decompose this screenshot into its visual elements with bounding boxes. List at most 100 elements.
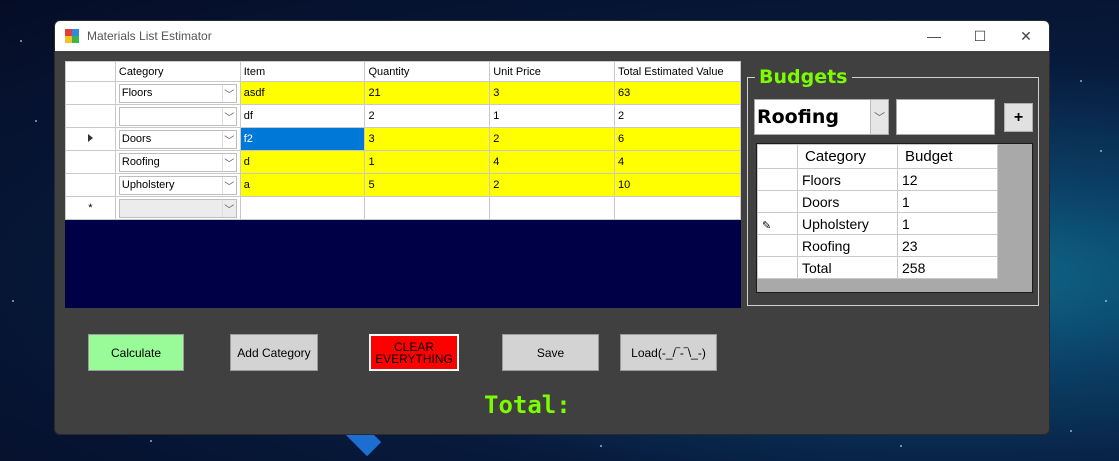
background-star [1105,300,1107,302]
chevron-down-icon[interactable]: ﹀ [870,100,888,134]
column-header-category[interactable]: Category [114,61,241,82]
category-cell[interactable]: ﹀ [114,196,241,220]
column-header-item[interactable]: Item [239,61,366,82]
quantity-cell[interactable]: 1 [364,150,491,174]
budget-value-cell[interactable]: 258 [897,256,998,279]
column-header-quantity[interactable]: Quantity [364,61,491,82]
row-header[interactable] [65,127,116,151]
column-header-total-estimated-value[interactable]: Total Estimated Value [613,61,742,82]
category-value: Roofing [121,156,160,168]
row-header[interactable] [65,104,116,128]
budget-corner-header[interactable] [757,144,798,169]
item-cell[interactable] [239,196,366,220]
background-star [600,445,602,447]
category-combo[interactable]: Doors ﹀ [118,129,237,149]
quantity-cell[interactable] [364,196,491,220]
background-star [1100,150,1102,152]
row-header[interactable] [65,173,116,197]
row-header[interactable] [757,234,798,257]
add-category-button[interactable]: Add Category [230,334,318,371]
materials-grid[interactable]: Category Item Quantity Unit Price Total … [65,61,742,308]
item-cell[interactable]: df [239,104,366,128]
new-row: * ﹀ [65,196,742,220]
unit-price-cell[interactable]: 3 [489,81,615,105]
budget-category-cell[interactable]: Upholstery [797,212,898,235]
quantity-cell[interactable]: 2 [364,104,491,128]
total-cell[interactable]: 6 [613,127,742,151]
quantity-cell[interactable]: 3 [364,127,491,151]
quantity-cell[interactable]: 5 [364,173,491,197]
row-header[interactable] [65,150,116,174]
total-cell[interactable]: 63 [613,81,742,105]
chevron-down-icon[interactable]: ﹀ [221,107,236,125]
item-cell[interactable]: f2 [239,127,366,151]
table-row: Upholstery ﹀ a 5 2 10 [65,173,742,197]
add-budget-button[interactable]: + [1004,103,1033,132]
unit-price-cell[interactable]: 2 [489,127,615,151]
chevron-down-icon[interactable]: ﹀ [221,130,236,148]
quantity-cell[interactable]: 21 [364,81,491,105]
clear-button-label-line2: EVERYTHING [375,351,453,366]
budget-grid[interactable]: Category Budget Floors 12 Doors 1 ✎ Upho [756,143,1033,293]
chevron-down-icon[interactable]: ﹀ [221,199,236,217]
clear-everything-button[interactable]: CLEAR EVERYTHING [369,334,459,371]
category-combo[interactable]: ﹀ [118,106,237,126]
chevron-down-icon[interactable]: ﹀ [221,176,236,194]
category-combo[interactable]: Roofing ﹀ [118,152,237,172]
app-icon [65,29,79,43]
minimize-button[interactable]: — [911,21,957,51]
chevron-down-icon[interactable]: ﹀ [221,153,236,171]
budget-category-select[interactable]: Roofing ﹀ [754,99,889,135]
category-cell[interactable]: ﹀ [114,104,241,128]
budget-value-cell[interactable]: 1 [897,212,998,235]
category-value: Upholstery [121,179,175,191]
total-cell[interactable]: 4 [613,150,742,174]
budget-category-cell[interactable]: Roofing [797,234,898,257]
new-row-header[interactable]: * [65,196,116,220]
unit-price-cell[interactable]: 1 [489,104,615,128]
column-header-unit-price[interactable]: Unit Price [489,61,615,82]
unit-price-cell[interactable]: 4 [489,150,615,174]
row-header[interactable]: ✎ [757,212,798,235]
chevron-down-icon[interactable]: ﹀ [221,84,236,102]
budget-header-row: Category Budget [757,144,998,169]
grid-corner-header[interactable] [65,61,116,82]
table-row: Doors ﹀ f2 3 2 6 [65,127,742,151]
maximize-button[interactable]: ☐ [957,21,1003,51]
total-cell[interactable] [613,196,742,220]
category-combo[interactable]: Floors ﹀ [118,83,237,103]
category-cell[interactable]: Doors ﹀ [114,127,241,151]
category-value: Floors [121,87,153,99]
unit-price-cell[interactable] [489,196,615,220]
budget-value-cell[interactable]: 23 [897,234,998,257]
category-cell[interactable]: Upholstery ﹀ [114,173,241,197]
background-star [900,445,902,447]
category-combo[interactable]: ﹀ [118,198,237,218]
budget-category-cell[interactable]: Total [797,256,898,279]
category-combo[interactable]: Upholstery ﹀ [118,175,237,195]
budget-category-cell[interactable]: Floors [797,168,898,191]
item-cell[interactable]: d [239,150,366,174]
budget-category-cell[interactable]: Doors [797,190,898,213]
total-cell[interactable]: 2 [613,104,742,128]
row-header[interactable] [757,256,798,279]
item-cell[interactable]: asdf [239,81,366,105]
pencil-icon: ✎ [762,219,772,232]
unit-price-cell[interactable]: 2 [489,173,615,197]
total-cell[interactable]: 10 [613,173,742,197]
close-button[interactable]: ✕ [1003,21,1049,51]
category-cell[interactable]: Roofing ﹀ [114,150,241,174]
item-cell[interactable]: a [239,173,366,197]
category-cell[interactable]: Floors ﹀ [114,81,241,105]
row-header[interactable] [757,190,798,213]
column-header-budget[interactable]: Budget [897,144,998,169]
save-button[interactable]: Save [502,334,599,371]
row-header[interactable] [757,168,798,191]
budget-amount-input[interactable] [896,99,995,135]
load-button[interactable]: Load(-_/‾-‾\_-) [620,334,717,371]
row-header[interactable] [65,81,116,105]
calculate-button[interactable]: Calculate [88,334,184,371]
budget-value-cell[interactable]: 1 [897,190,998,213]
budget-value-cell[interactable]: 12 [897,168,998,191]
column-header-category[interactable]: Category [797,144,898,169]
